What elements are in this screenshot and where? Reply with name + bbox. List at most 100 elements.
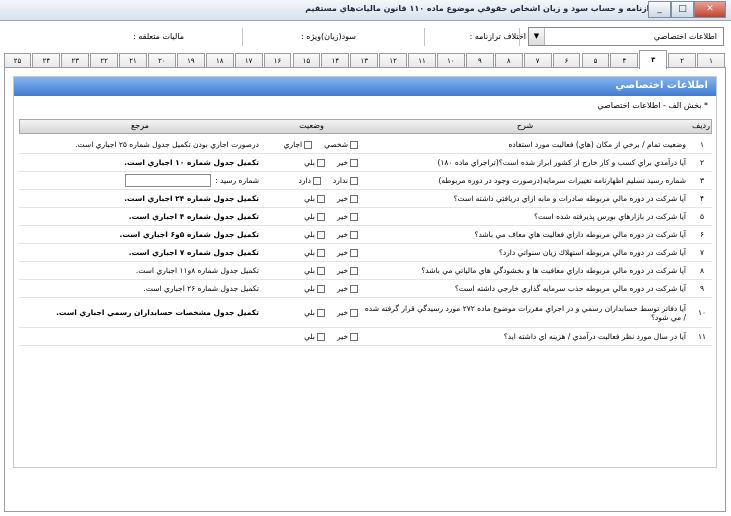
row-number: ۱۱ (697, 332, 707, 341)
status-option[interactable]: اجاري (284, 140, 313, 149)
status-option[interactable]: خير (337, 248, 358, 257)
chevron-down-icon[interactable]: ▼ (529, 28, 545, 45)
table-row: ۲ آيا درآمدي براي كسب و كار خارج از كشور … (19, 154, 712, 172)
checkbox[interactable] (316, 230, 325, 239)
row-number: ۵ (699, 212, 705, 221)
tab-13[interactable]: ۱۳ (350, 53, 379, 68)
tab-23[interactable]: ۲۳ (61, 53, 90, 68)
tab-8[interactable]: ۸ (494, 53, 523, 68)
tab-19[interactable]: ۱۹ (176, 53, 205, 68)
status-option[interactable]: بلي (304, 248, 325, 257)
col-desc-header[interactable]: شرح (361, 121, 689, 130)
row-number: ۷ (699, 248, 705, 257)
window-controls: _ □ ✕ (648, 1, 726, 18)
status-option[interactable]: بلي (304, 266, 325, 275)
col-num-header[interactable]: رديف (691, 121, 711, 130)
checkbox[interactable] (350, 308, 358, 317)
tab-22[interactable]: ۲۲ (90, 53, 119, 68)
tab-21[interactable]: ۲۱ (119, 53, 147, 68)
col-status-header[interactable]: وضعيت (264, 121, 359, 130)
status-option[interactable]: دارد (299, 176, 321, 185)
tab-18[interactable]: ۱۸ (205, 53, 234, 68)
status-option[interactable]: بلي (304, 308, 325, 317)
minimize-button[interactable]: _ (648, 1, 671, 18)
checkbox[interactable] (350, 176, 358, 185)
option-label: خير (336, 230, 348, 239)
status-option[interactable]: شخصي (324, 140, 358, 149)
checkbox[interactable] (316, 332, 325, 341)
checkbox[interactable] (316, 284, 325, 293)
tab-6[interactable]: ۶ (552, 53, 581, 68)
checkbox[interactable] (316, 308, 325, 317)
status-option[interactable]: خير (337, 284, 358, 293)
tab-3[interactable]: ۳ (639, 50, 668, 69)
status-option[interactable]: بلي (304, 212, 325, 221)
checkbox[interactable] (350, 140, 358, 149)
tab-7[interactable]: ۷ (523, 53, 552, 68)
sood-label: سود(زيان)ويژه : (301, 32, 356, 41)
tab-14[interactable]: ۱۴ (321, 53, 350, 68)
section-select[interactable]: اطلاعات اختصاصي ▼ (528, 27, 724, 46)
checkbox[interactable] (350, 212, 358, 221)
row-description: آيا شركت در دوره مالي مربوطه داراي معافي… (421, 266, 686, 275)
checkbox[interactable] (350, 158, 358, 167)
status-option[interactable]: بلي (304, 332, 325, 341)
status-option[interactable]: خير (337, 266, 358, 275)
status-option[interactable]: خير (337, 158, 358, 167)
checkbox[interactable] (350, 248, 358, 257)
tab-5[interactable]: ۵ (581, 53, 610, 68)
tab-9[interactable]: ۹ (465, 53, 494, 68)
col-ref-header[interactable]: مرجع (18, 121, 262, 130)
checkbox[interactable] (350, 332, 358, 341)
maliat-label: ماليات متعلقه : (133, 32, 184, 41)
maximize-button[interactable]: □ (671, 1, 694, 18)
row-status: شخصي اجاري (265, 136, 360, 153)
checkbox[interactable] (350, 284, 358, 293)
tab-12[interactable]: ۱۲ (379, 53, 408, 68)
tab-25[interactable]: ۲۵ (3, 53, 32, 68)
checkbox[interactable] (304, 140, 313, 149)
option-label: شخصي (324, 140, 348, 149)
tab-1[interactable]: ۱ (697, 53, 725, 68)
tab-24[interactable]: ۲۴ (32, 53, 61, 68)
status-option[interactable]: خير (337, 212, 358, 221)
option-label: بلي (304, 308, 315, 317)
status-option[interactable]: بلي (304, 158, 325, 167)
table-row: ۳ شماره رسيد تسليم اظهارنامه تغييرات سرما… (19, 172, 712, 190)
table-row: ۱۰ آيا دفاتر توسط حسابداران رسمي و در اجر… (19, 298, 712, 328)
tab-16[interactable]: ۱۶ (263, 53, 292, 68)
status-option[interactable]: خير (337, 308, 358, 317)
reference-text: درصورت اجاري بودن تكميل جدول شماره ۲۵ اج… (75, 140, 259, 149)
tab-17[interactable]: ۱۷ (234, 53, 263, 68)
row-status: خير بلي (265, 328, 360, 345)
tab-4[interactable]: ۴ (610, 53, 639, 68)
tab-15[interactable]: ۱۵ (292, 53, 321, 68)
checkbox[interactable] (350, 230, 358, 239)
reference-text: تكميل جدول شماره ۸و۱۱ اجباري است. (135, 266, 259, 275)
row-status: خير بلي (265, 244, 360, 261)
checkbox[interactable] (316, 158, 325, 167)
status-option[interactable]: بلي (304, 230, 325, 239)
table-row: ۹ آيا شركت در دوره مالي مربوطه جذب سرمايه… (19, 280, 712, 298)
status-option[interactable]: خير (337, 194, 358, 203)
tab-20[interactable]: ۲۰ (148, 53, 176, 68)
checkbox[interactable] (316, 194, 325, 203)
status-option[interactable]: خير (337, 230, 358, 239)
tab-2[interactable]: ۲ (668, 53, 697, 68)
status-option[interactable]: بلي (304, 194, 325, 203)
row-description: وضعيت تمام / برخي از مكان (هاي) فعاليت م… (508, 140, 686, 149)
status-option[interactable]: خير (337, 332, 358, 341)
close-button[interactable]: ✕ (694, 1, 726, 18)
status-option[interactable]: بلي (304, 284, 325, 293)
checkbox[interactable] (350, 194, 358, 203)
tab-11[interactable]: ۱۱ (408, 53, 436, 68)
option-label: خير (336, 266, 348, 275)
checkbox[interactable] (316, 212, 325, 221)
status-option[interactable]: ندارد (333, 176, 358, 185)
checkbox[interactable] (350, 266, 358, 275)
checkbox[interactable] (316, 248, 325, 257)
checkbox[interactable] (312, 176, 321, 185)
checkbox[interactable] (316, 266, 325, 275)
tab-10[interactable]: ۱۰ (437, 53, 465, 68)
receipt-number-input[interactable] (125, 174, 212, 187)
